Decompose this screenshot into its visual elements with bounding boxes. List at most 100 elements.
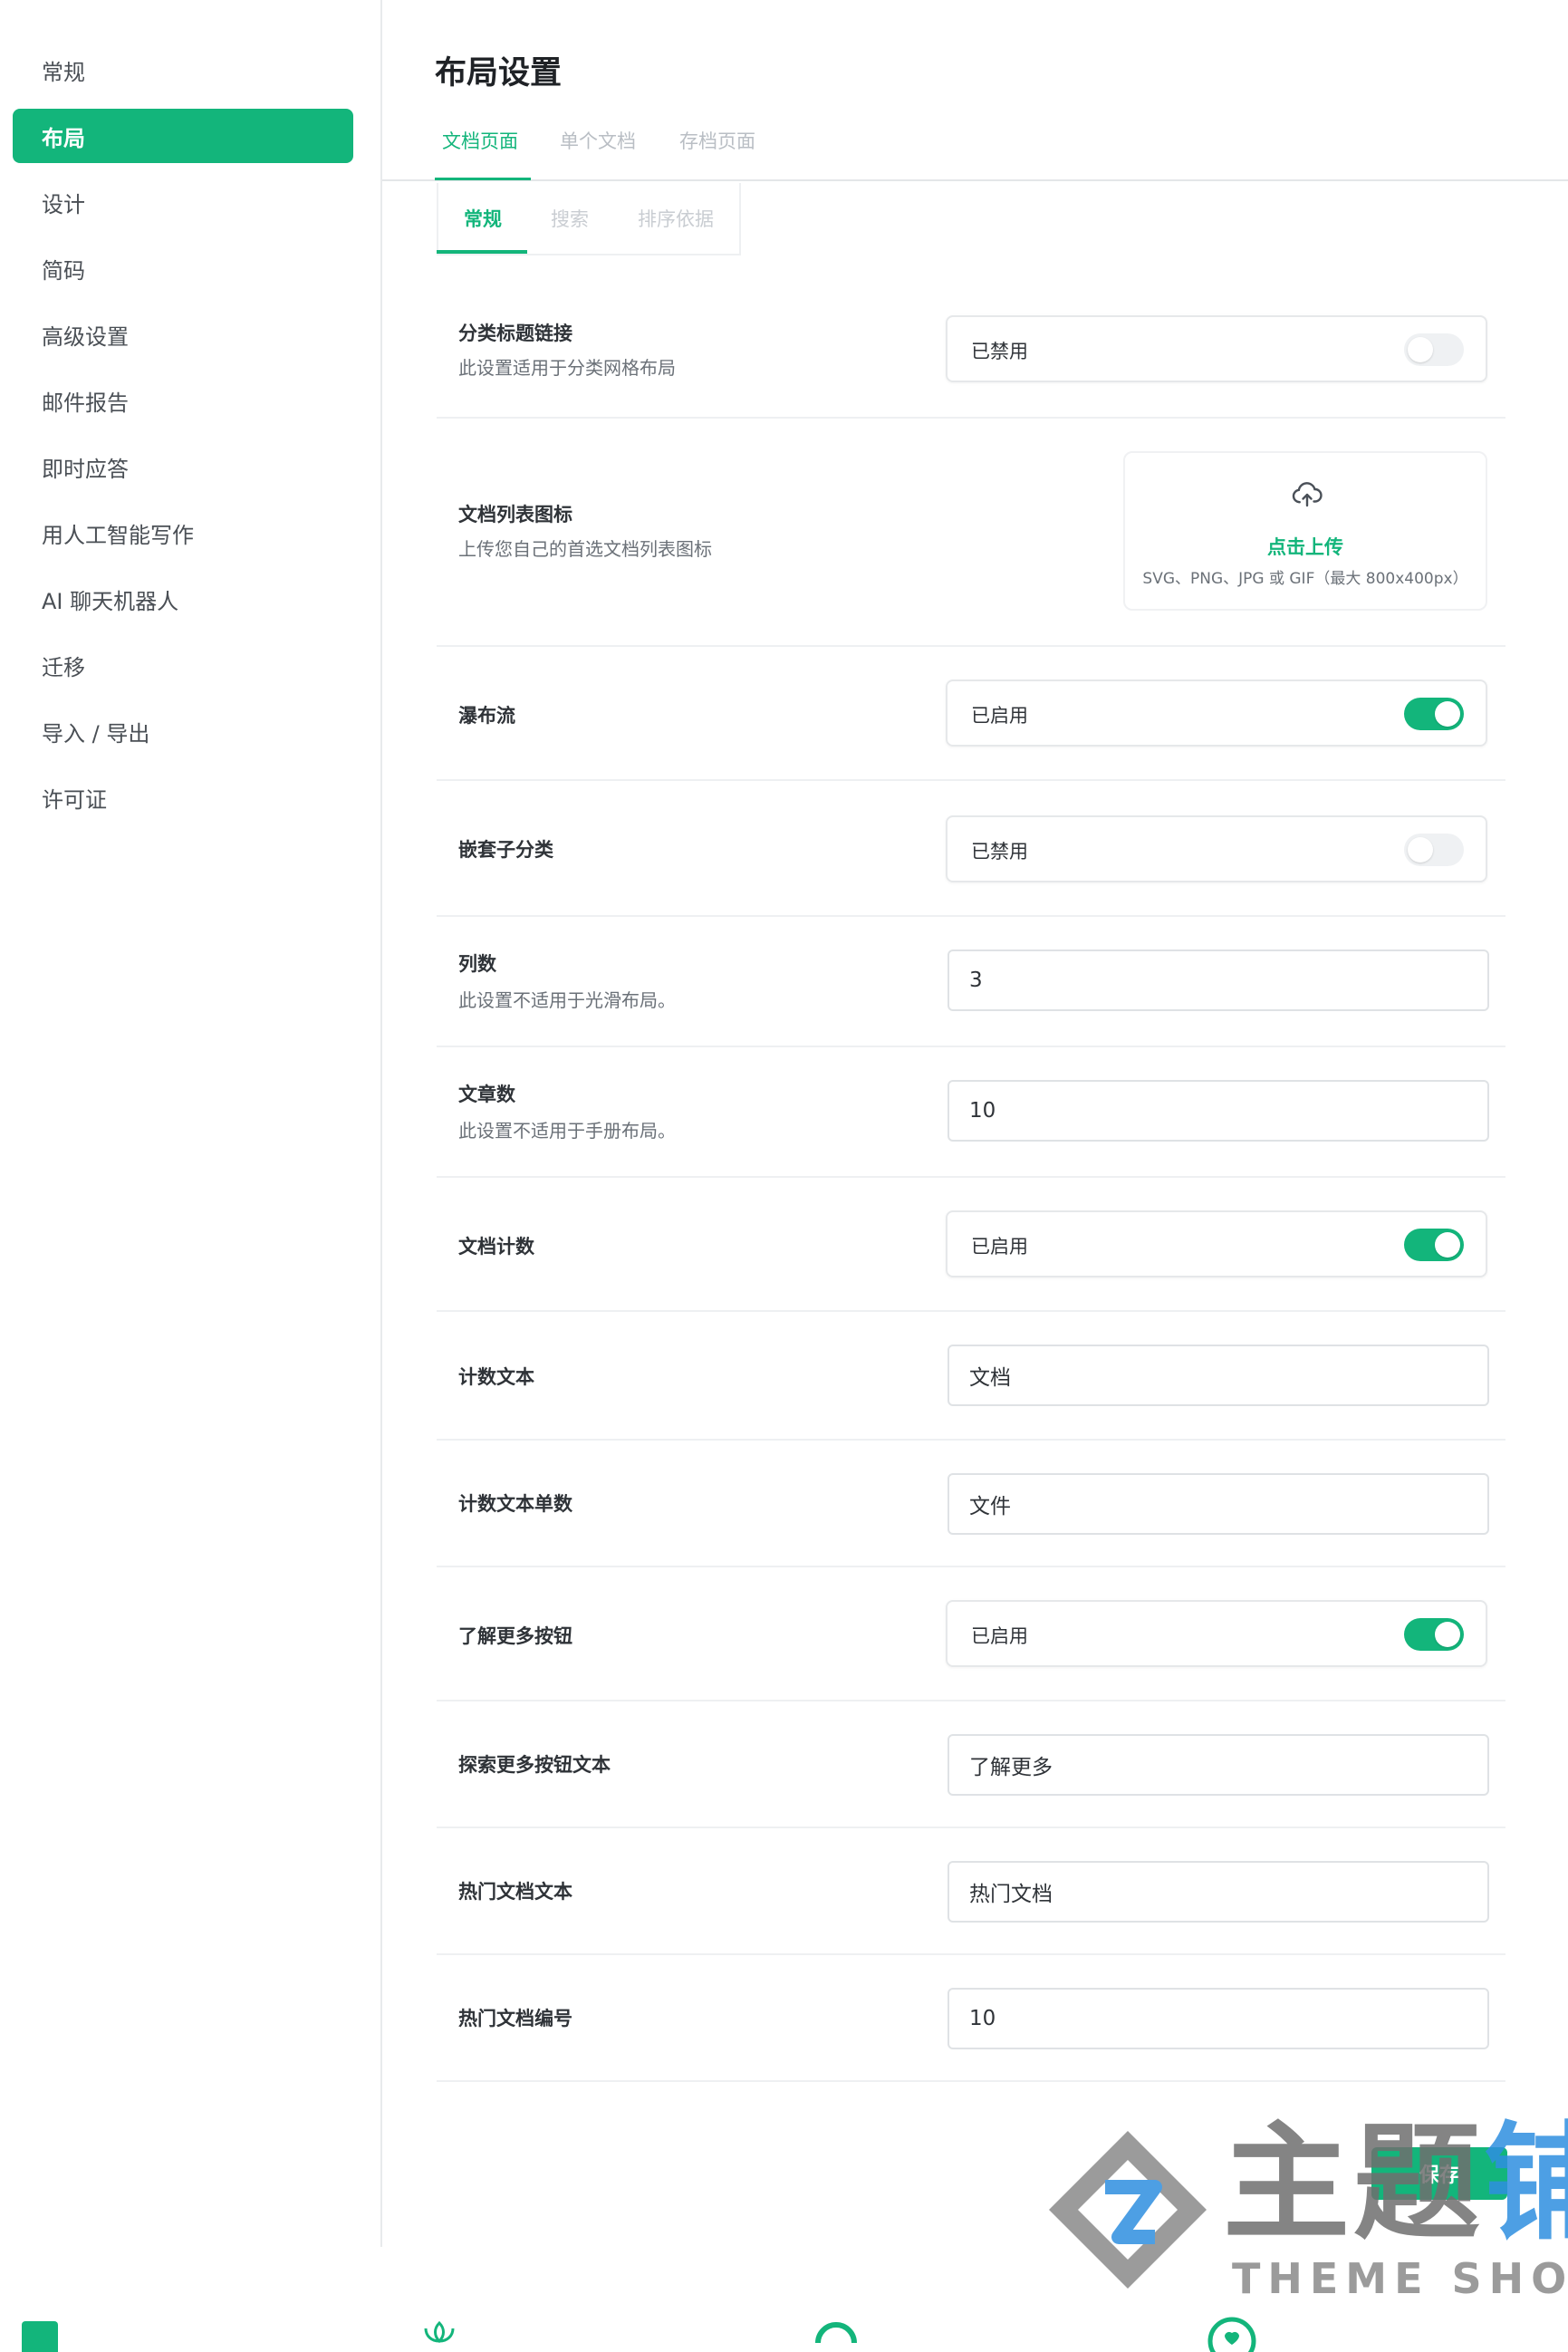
toggle-status: 已禁用: [971, 841, 1028, 863]
setting-label: 嵌套子分类: [458, 839, 553, 861]
sidebar-item-label: AI 聊天机器人: [42, 588, 179, 614]
toggle-switch[interactable]: [1404, 834, 1464, 866]
setting-label: 文档计数: [458, 1236, 534, 1258]
toggle-knob: [1435, 1232, 1460, 1258]
sidebar-item-ai-chatbot[interactable]: AI 聊天机器人: [13, 572, 353, 626]
setting-row-columns: 列数 此设置不适用于光滑布局。: [437, 917, 1505, 1047]
sidebar-item-label: 简码: [42, 257, 85, 284]
sidebar-item-ai-writing[interactable]: 用人工智能写作: [13, 506, 353, 560]
setting-label: 文档列表图标: [458, 504, 572, 525]
setting-row-count-text-singular: 计数文本单数: [437, 1441, 1505, 1567]
sidebar-item-design[interactable]: 设计: [13, 175, 353, 229]
toggle-status: 已启用: [971, 705, 1028, 727]
watermark: 主题铺 THEME SHOP: [1042, 2111, 1568, 2306]
subtab-sort-by[interactable]: 排序依据: [638, 205, 714, 232]
sidebar-item-license[interactable]: 许可证: [13, 770, 353, 824]
popular-docs-text-input[interactable]: [948, 1861, 1489, 1923]
setting-label: 列数: [458, 953, 496, 975]
setting-row-category-title-link: 分类标题链接 此设置适用于分类网格布局 已禁用: [437, 286, 1505, 419]
setting-label: 探索更多按钮文本: [458, 1754, 611, 1776]
setting-label: 分类标题链接: [458, 323, 572, 344]
watermark-logo-icon: [1049, 2131, 1207, 2289]
setting-row-popular-docs-number: 热门文档编号: [437, 1955, 1505, 2082]
toggle-knob: [1435, 701, 1460, 727]
toggle-switch[interactable]: [1404, 698, 1464, 730]
setting-label: 热门文档编号: [458, 2008, 572, 2029]
count-text-input[interactable]: [948, 1345, 1489, 1406]
cloud-upload-icon: [1292, 482, 1323, 507]
popular-docs-number-input[interactable]: [948, 1988, 1489, 2049]
active-tab-indicator: [435, 178, 531, 180]
count-text-singular-input[interactable]: [948, 1473, 1489, 1535]
sub-tabs: 常规 搜索 排序依据: [437, 183, 741, 255]
doc-count-toggle[interactable]: 已启用: [946, 1210, 1487, 1277]
sidebar-item-shortcodes[interactable]: 简码: [13, 241, 353, 295]
masonry-toggle[interactable]: 已启用: [946, 680, 1487, 747]
setting-row-count-text: 计数文本: [437, 1312, 1505, 1441]
subtab-general[interactable]: 常规: [464, 205, 502, 232]
columns-input[interactable]: [948, 949, 1489, 1011]
sidebar-item-label: 用人工智能写作: [42, 522, 194, 548]
subtab-search[interactable]: 搜索: [551, 205, 589, 232]
setting-label: 计数文本单数: [458, 1493, 572, 1515]
setting-row-doc-list-icon: 文档列表图标 上传您自己的首选文档列表图标 点击上传 SVG、PNG、JPG 或…: [437, 419, 1505, 647]
toggle-status: 已启用: [971, 1625, 1028, 1647]
toggle-switch[interactable]: [1404, 1618, 1464, 1651]
sidebar-item-migration[interactable]: 迁移: [13, 638, 353, 692]
setting-row-doc-count: 文档计数 已启用: [437, 1178, 1505, 1312]
lotus-icon: [424, 2320, 455, 2344]
sidebar-item-instant-answers[interactable]: 即时应答: [13, 439, 353, 494]
setting-label: 热门文档文本: [458, 1881, 572, 1903]
sidebar-item-general[interactable]: 常规: [13, 43, 353, 97]
setting-label: 瀑布流: [458, 705, 515, 727]
sidebar-item-email-reports[interactable]: 邮件报告: [13, 373, 353, 428]
active-subtab-indicator: [437, 250, 527, 254]
sidebar-item-label: 迁移: [42, 654, 85, 680]
sidebar-item-import-export[interactable]: 导入 / 导出: [13, 704, 353, 758]
sidebar-item-label: 布局: [42, 125, 85, 151]
sidebar-item-label: 许可证: [42, 786, 107, 813]
document-icon: [22, 2321, 58, 2352]
articles-input[interactable]: [948, 1080, 1489, 1142]
nested-subcategory-toggle[interactable]: 已禁用: [946, 815, 1487, 882]
toggle-knob: [1435, 1622, 1460, 1647]
setting-row-articles: 文章数 此设置不适用于手册布局。: [437, 1047, 1505, 1178]
icon-upload-dropzone[interactable]: 点击上传 SVG、PNG、JPG 或 GIF（最大 800x400px）: [1123, 451, 1487, 611]
toggle-status: 已启用: [971, 1236, 1028, 1258]
setting-row-learn-more-button: 了解更多按钮 已启用: [437, 1567, 1505, 1701]
setting-row-explore-more-text: 探索更多按钮文本: [437, 1701, 1505, 1828]
tab-single-doc[interactable]: 单个文档: [560, 127, 636, 154]
setting-row-nested-subcategory: 嵌套子分类 已禁用: [437, 781, 1505, 917]
toggle-knob: [1408, 337, 1433, 362]
page-title: 布局设置: [435, 55, 563, 92]
setting-row-masonry: 瀑布流 已启用: [437, 647, 1505, 781]
watermark-text-en: THEME SHOP: [1232, 2254, 1568, 2303]
upload-hint: SVG、PNG、JPG 或 GIF（最大 800x400px）: [1142, 570, 1468, 588]
setting-description: 此设置不适用于光滑布局。: [458, 989, 676, 1011]
sidebar-item-label: 即时应答: [42, 456, 129, 482]
toggle-knob: [1408, 837, 1433, 863]
tab-docs-page[interactable]: 文档页面: [442, 127, 518, 154]
setting-description: 此设置不适用于手册布局。: [458, 1120, 676, 1142]
explore-more-text-input[interactable]: [948, 1734, 1489, 1796]
upload-link[interactable]: 点击上传: [1125, 533, 1486, 560]
setting-label: 了解更多按钮: [458, 1625, 572, 1647]
setting-description: 上传您自己的首选文档列表图标: [458, 538, 712, 560]
sidebar-item-label: 设计: [42, 191, 85, 217]
toggle-switch[interactable]: [1404, 333, 1464, 366]
toggle-switch[interactable]: [1404, 1229, 1464, 1261]
sidebar-item-label: 邮件报告: [42, 390, 129, 416]
heart-chat-icon: [1207, 2317, 1256, 2352]
sidebar-item-label: 导入 / 导出: [42, 720, 150, 747]
sidebar-item-layout[interactable]: 布局: [13, 109, 353, 163]
toggle-status: 已禁用: [971, 341, 1028, 362]
category-title-link-toggle[interactable]: 已禁用: [946, 315, 1487, 382]
sidebar: 常规 布局 设计 简码 高级设置 邮件报告 即时应答 用人工智能写作 AI 聊天…: [0, 0, 382, 2247]
sidebar-item-label: 常规: [42, 59, 85, 85]
sidebar-item-label: 高级设置: [42, 323, 129, 350]
sidebar-item-advanced[interactable]: 高级设置: [13, 307, 353, 361]
setting-description: 此设置适用于分类网格布局: [458, 357, 676, 379]
setting-label: 计数文本: [458, 1366, 534, 1388]
tab-archive-page[interactable]: 存档页面: [679, 127, 755, 154]
learn-more-button-toggle[interactable]: 已启用: [946, 1600, 1487, 1667]
